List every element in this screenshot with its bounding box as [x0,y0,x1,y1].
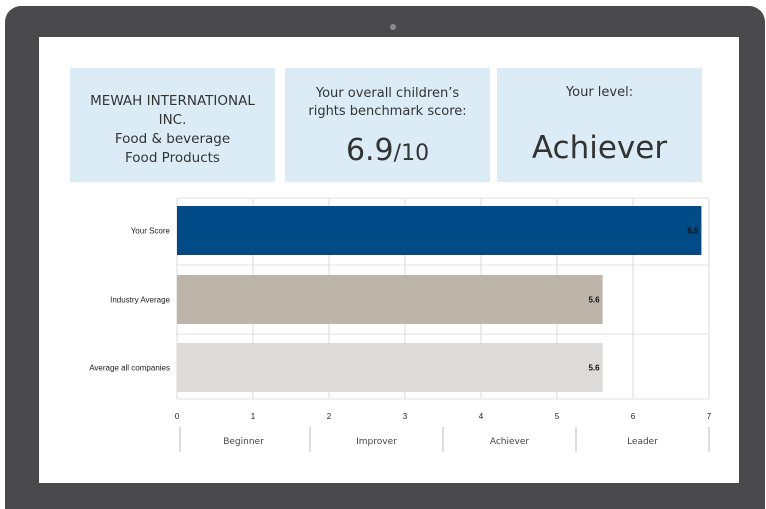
x-tick-label: 7 [707,412,712,421]
bar [177,206,702,255]
x-tick-label: 1 [251,412,256,421]
level-band-label: Beginner [223,437,264,447]
x-tick-label: 2 [327,412,332,421]
x-tick-label: 3 [403,412,408,421]
level-band-label: Achiever [490,437,530,447]
x-tick-label: 4 [479,412,484,421]
device-frame: MEWAH INTERNATIONAL INC. Food & beverage… [0,0,766,509]
category-label: Average all companies [89,364,170,373]
level-band-label: Improver [356,437,397,447]
camera-dot [390,24,396,30]
x-tick-label: 6 [631,412,636,421]
value-label: 5.6 [588,364,600,373]
bar [177,275,603,324]
score-bar-chart: Your Score 6.9 Industry Average 5.6 Average … [89,197,712,452]
value-label: 5.6 [588,296,600,305]
value-label: 6.9 [687,227,699,236]
x-tick-label: 5 [555,412,560,421]
level-band-label: Leader [627,437,658,447]
bar [177,343,603,392]
category-label: Industry Average [110,296,170,305]
x-tick-label: 0 [175,412,180,421]
category-label: Your Score [131,227,171,236]
screen: MEWAH INTERNATIONAL INC. Food & beverage… [39,37,739,483]
